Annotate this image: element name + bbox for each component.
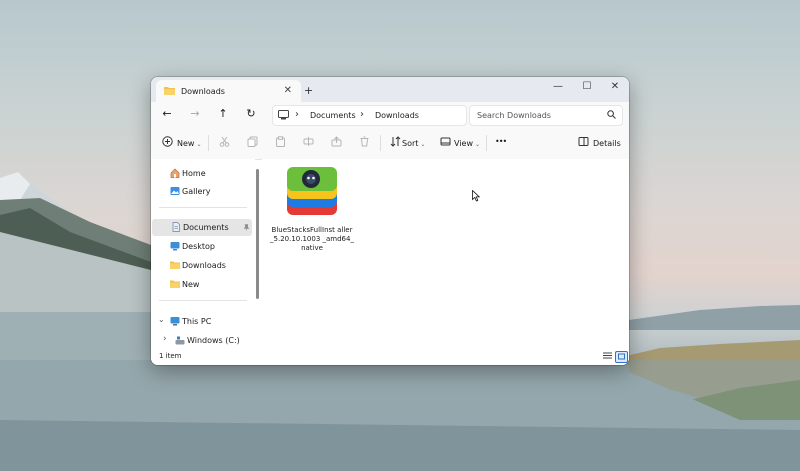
details-view-icon[interactable] <box>602 351 613 361</box>
delete-icon[interactable] <box>359 136 370 147</box>
sidebar-item-label: Downloads <box>182 261 226 270</box>
chevron-down-icon[interactable]: ⌄ <box>158 315 165 324</box>
search-box[interactable]: Search Downloads <box>469 105 623 126</box>
more-options-button[interactable]: ••• <box>495 137 507 146</box>
pc-icon <box>170 317 180 326</box>
search-input[interactable]: Search Downloads <box>477 111 551 120</box>
maximize-button[interactable]: ☐ <box>580 81 594 92</box>
copy-icon[interactable] <box>247 136 258 147</box>
bluestacks-icon <box>287 167 337 215</box>
sidebar-item-gallery[interactable]: Gallery <box>151 183 251 200</box>
view-button[interactable]: View ⌄ <box>454 139 480 148</box>
breadcrumb-separator: › <box>360 109 364 120</box>
pin-icon[interactable] <box>243 224 250 231</box>
search-icon <box>607 110 616 119</box>
minimize-button[interactable]: — <box>551 81 565 92</box>
new-button-label: New <box>177 139 195 148</box>
sidebar-item-home[interactable]: Home <box>151 165 251 182</box>
item-count: 1 item <box>159 352 182 360</box>
share-icon[interactable] <box>331 136 342 147</box>
new-button[interactable]: New ⌄ <box>177 139 201 148</box>
sidebar-item-downloads[interactable]: Downloads <box>151 257 251 274</box>
chevron-right-icon[interactable]: › <box>163 334 167 344</box>
tab-downloads[interactable]: Downloads ✕ <box>156 80 301 102</box>
sidebar-item-new[interactable]: New <box>151 276 251 293</box>
new-icon <box>162 136 173 147</box>
view-icon <box>440 137 451 146</box>
sort-button[interactable]: Sort ⌄ <box>402 139 425 148</box>
home-icon <box>170 168 180 178</box>
new-tab-button[interactable]: + <box>304 84 313 97</box>
file-name: BlueStacksFullInst aller_5.20.10.1003 _a… <box>270 226 354 252</box>
toolbar-divider <box>380 135 381 151</box>
pc-icon <box>278 110 289 120</box>
details-pane-icon <box>578 137 589 146</box>
folder-icon <box>164 87 175 95</box>
refresh-button[interactable]: ↻ <box>244 107 258 120</box>
back-button[interactable]: ← <box>160 107 174 120</box>
sidebar-divider <box>159 207 247 208</box>
chevron-down-icon: ⌄ <box>420 141 426 148</box>
breadcrumb-downloads[interactable]: Downloads <box>375 111 419 120</box>
sidebar-item-label: New <box>182 280 200 289</box>
cut-icon[interactable] <box>219 136 230 147</box>
sidebar-item-label: Gallery <box>182 187 211 196</box>
tiles-view-icon <box>618 353 625 360</box>
sidebar-item-label: Desktop <box>182 242 215 251</box>
sidebar-scrollbar[interactable] <box>256 169 259 299</box>
status-bar: 1 item <box>151 347 629 365</box>
sort-button-label: Sort <box>402 139 419 148</box>
tab-close-icon[interactable]: ✕ <box>284 85 292 96</box>
large-icons-view-button[interactable] <box>615 351 628 363</box>
sidebar-divider <box>159 300 247 301</box>
breadcrumb-documents[interactable]: Documents <box>310 111 356 120</box>
chevron-down-icon: ⌄ <box>196 141 202 148</box>
forward-button[interactable]: → <box>188 107 202 120</box>
details-button[interactable]: Details <box>593 139 621 148</box>
folder-icon <box>170 261 180 269</box>
navigation-pane: Home Gallery Documents Desktop Downloads… <box>151 159 255 347</box>
navigation-bar: ← → ↑ ↻ › Documents › Downloads Search D… <box>151 102 629 128</box>
title-bar: Downloads ✕ + — ☐ ✕ <box>151 77 629 102</box>
rename-icon[interactable] <box>303 136 314 147</box>
address-bar[interactable]: › Documents › Downloads <box>272 105 467 126</box>
sidebar-item-label: Documents <box>183 223 229 232</box>
desktop-icon <box>170 242 180 251</box>
mouse-cursor-icon <box>472 190 480 202</box>
close-button[interactable]: ✕ <box>608 81 622 92</box>
file-list: BlueStacksFullInst aller_5.20.10.1003 _a… <box>262 159 629 347</box>
sidebar-item-label: Windows (C:) <box>187 336 240 345</box>
chevron-down-icon: ⌄ <box>474 141 481 148</box>
file-explorer-window: Downloads ✕ + — ☐ ✕ ← → ↑ ↻ › Documents … <box>151 77 629 365</box>
folder-icon <box>170 280 180 288</box>
sidebar-item-documents[interactable]: Documents <box>152 219 252 236</box>
sidebar-item-this-pc[interactable]: ⌄ This PC <box>151 313 251 330</box>
sidebar-item-desktop[interactable]: Desktop <box>151 238 251 255</box>
breadcrumb-separator: › <box>295 109 299 120</box>
command-bar: New ⌄ Sort ⌄ View ⌄ ••• Details <box>151 128 629 160</box>
up-button[interactable]: ↑ <box>216 107 230 120</box>
toolbar-divider <box>486 135 487 151</box>
gallery-icon <box>170 187 180 195</box>
paste-icon[interactable] <box>275 136 286 147</box>
toolbar-divider <box>208 135 209 151</box>
drive-icon <box>175 336 185 345</box>
view-button-label: View <box>454 139 473 148</box>
sidebar-item-label: This PC <box>182 317 212 326</box>
documents-icon <box>172 222 180 232</box>
sidebar-item-label: Home <box>182 169 206 178</box>
tab-title: Downloads <box>181 87 225 96</box>
sort-icon <box>390 136 401 147</box>
